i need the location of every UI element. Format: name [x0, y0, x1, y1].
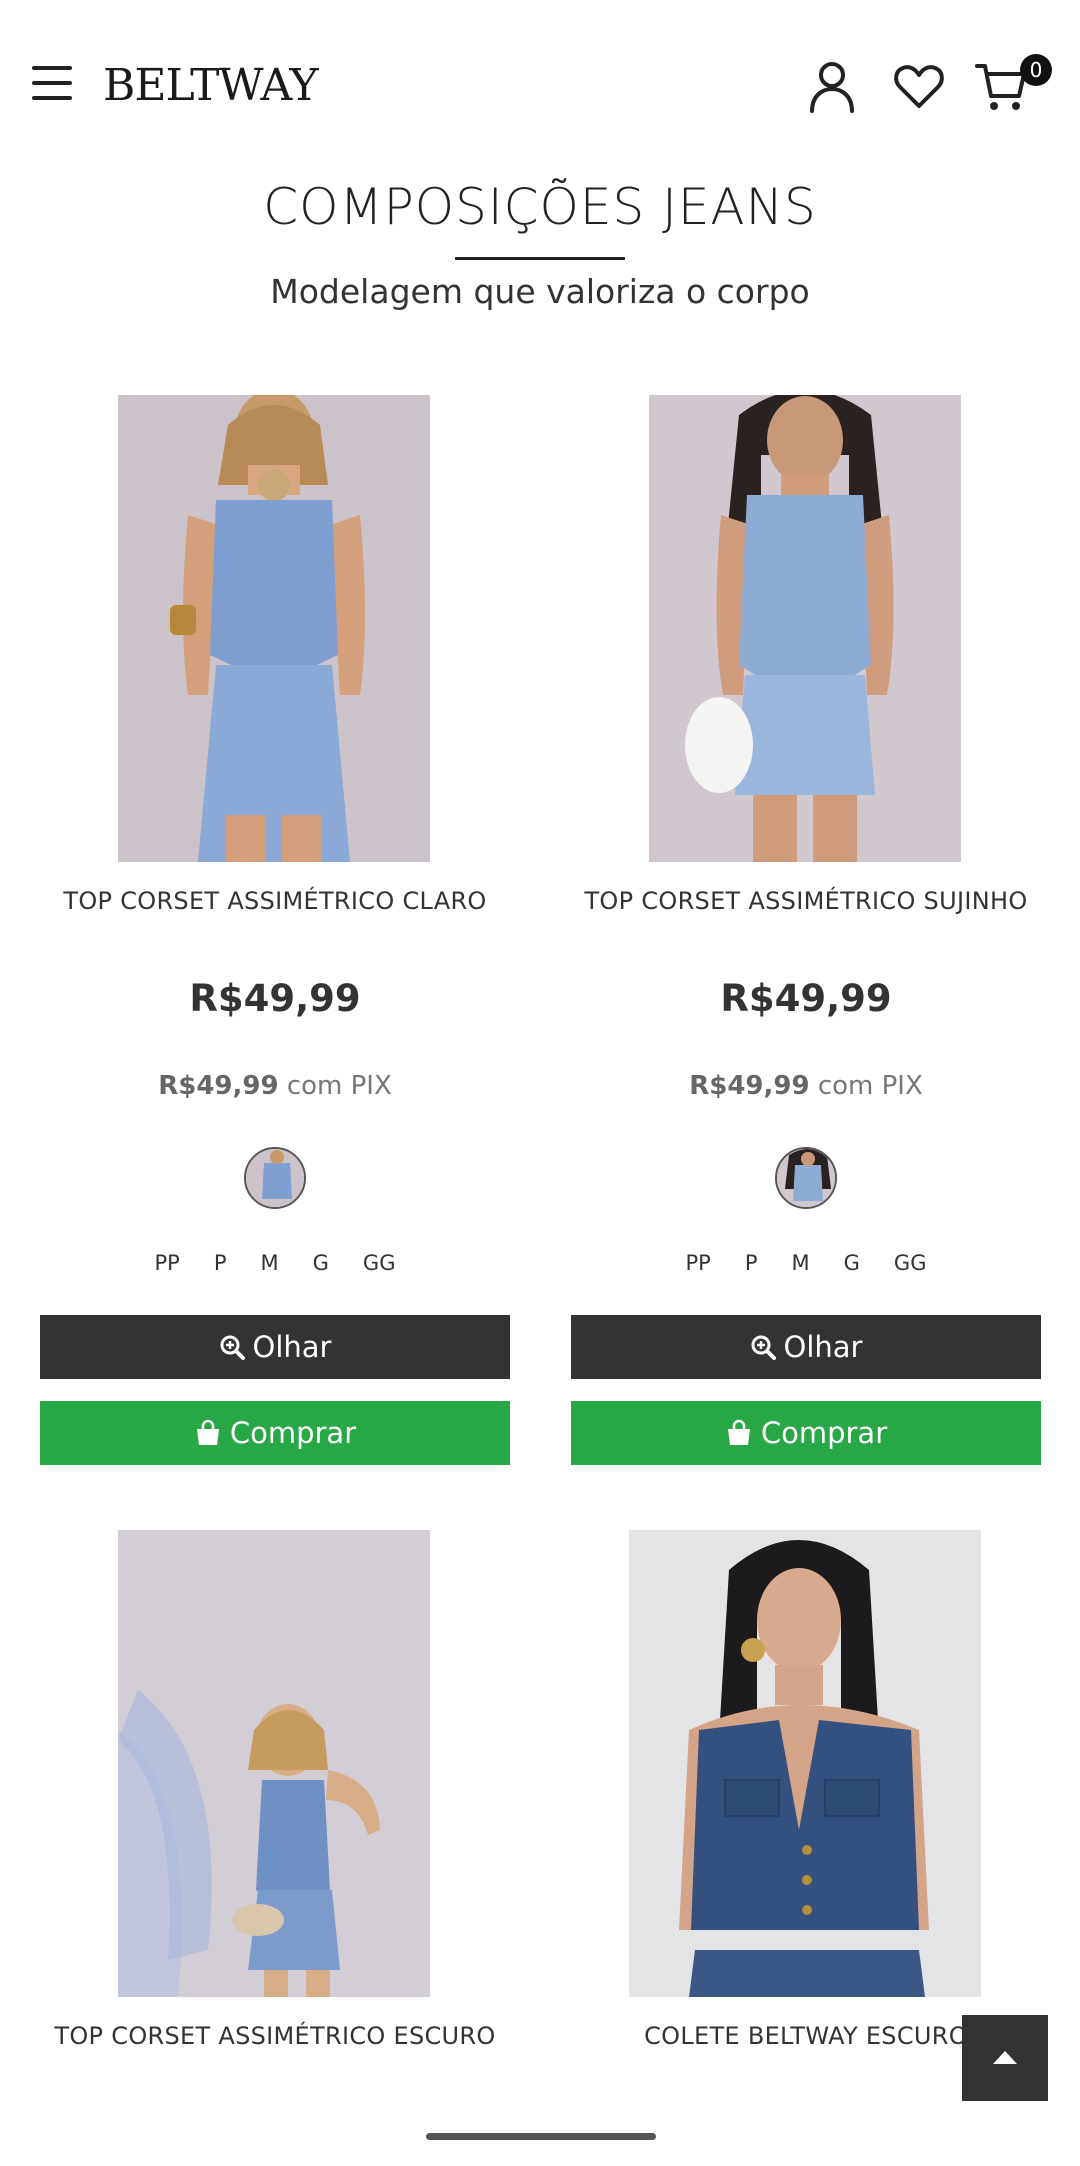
size-option[interactable]: P	[210, 1251, 231, 1275]
pix-price-value: R$49,99	[158, 1071, 279, 1101]
size-options: PP P M G GG	[571, 1251, 1041, 1275]
buy-label: Comprar	[760, 1416, 888, 1450]
size-option[interactable]: PP	[682, 1251, 715, 1275]
store-logo[interactable]: BELTWAY	[103, 60, 319, 111]
product-name[interactable]: TOP CORSET ASSIMÉTRICO CLARO	[40, 887, 510, 915]
product-name[interactable]: TOP CORSET ASSIMÉTRICO SUJINHO	[571, 887, 1041, 915]
pix-price-value: R$49,99	[689, 1071, 810, 1101]
quick-view-label: Olhar	[783, 1330, 863, 1364]
pix-price-suffix: com PIX	[817, 1071, 923, 1101]
section-subtitle: Modelagem que valoriza o corpo	[270, 272, 810, 311]
product-price: R$49,99	[189, 977, 361, 1020]
size-option[interactable]: M	[788, 1251, 814, 1275]
quick-view-button[interactable]: Olhar	[40, 1315, 510, 1379]
pix-price: R$49,99 com PIX	[571, 1071, 1041, 1101]
quick-view-label: Olhar	[252, 1330, 332, 1364]
size-option[interactable]: M	[257, 1251, 283, 1275]
product-name[interactable]: TOP CORSET ASSIMÉTRICO ESCURO	[40, 2022, 510, 2050]
arrow-up-icon	[993, 2051, 1017, 2064]
size-option[interactable]: PP	[151, 1251, 184, 1275]
pix-price-suffix: com PIX	[286, 1071, 392, 1101]
zoom-icon	[220, 1335, 245, 1360]
size-option[interactable]: P	[741, 1251, 762, 1275]
buy-label: Comprar	[229, 1416, 357, 1450]
size-options: PP P M G GG	[40, 1251, 510, 1275]
product-image[interactable]	[118, 1530, 430, 1997]
back-to-top-button[interactable]	[962, 2015, 1048, 2101]
section-title: COMPOSIÇÕES JEANS	[263, 178, 817, 236]
size-option[interactable]: G	[840, 1251, 864, 1275]
color-swatch[interactable]	[244, 1147, 306, 1209]
product-price: R$49,99	[720, 977, 892, 1020]
product-image[interactable]	[118, 395, 430, 862]
buy-button[interactable]: Comprar	[571, 1401, 1041, 1465]
user-icon[interactable]	[804, 58, 860, 114]
size-option[interactable]: GG	[890, 1251, 931, 1275]
title-underline	[455, 257, 625, 260]
pix-price: R$49,99 com PIX	[40, 1071, 510, 1101]
shopping-bag-icon	[196, 1419, 219, 1445]
buy-button[interactable]: Comprar	[40, 1401, 510, 1465]
home-indicator[interactable]	[426, 2133, 656, 2140]
quick-view-button[interactable]: Olhar	[571, 1315, 1041, 1379]
zoom-icon	[751, 1335, 776, 1360]
menu-icon[interactable]	[32, 66, 72, 104]
size-option[interactable]: G	[309, 1251, 333, 1275]
shopping-bag-icon	[727, 1419, 750, 1445]
color-swatch[interactable]	[775, 1147, 837, 1209]
cart-count-badge: 0	[1020, 54, 1052, 86]
product-image[interactable]	[649, 395, 961, 862]
size-option[interactable]: GG	[359, 1251, 400, 1275]
site-header: BELTWAY 0	[0, 0, 1080, 150]
product-image[interactable]	[629, 1530, 981, 1997]
heart-icon[interactable]	[891, 58, 947, 114]
